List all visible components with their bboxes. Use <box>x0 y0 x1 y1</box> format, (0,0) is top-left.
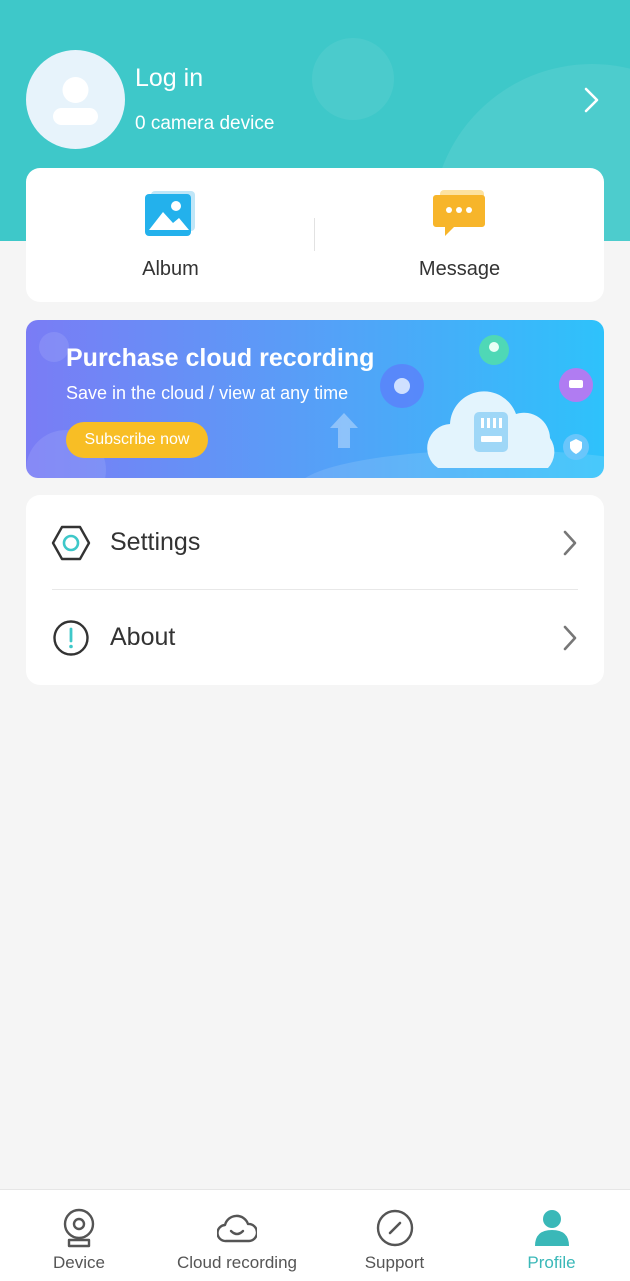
settings-row[interactable]: Settings <box>26 495 604 590</box>
settings-label: Settings <box>110 528 201 556</box>
message-label: Message <box>418 258 501 280</box>
header-decoration <box>312 38 394 120</box>
album-button[interactable]: Album <box>26 168 315 302</box>
about-row[interactable]: About <box>26 590 604 685</box>
tab-support-label: Support <box>364 1253 425 1272</box>
chevron-right-icon[interactable] <box>578 84 606 116</box>
chevron-right-icon <box>563 530 577 556</box>
album-icon <box>144 191 195 236</box>
compass-icon <box>376 1209 413 1247</box>
tab-profile-label: Profile <box>527 1253 576 1272</box>
banner-title: Purchase cloud recording <box>66 344 375 372</box>
login-title[interactable]: Log in <box>135 64 203 93</box>
album-label: Album <box>142 258 199 280</box>
avatar[interactable] <box>26 50 125 149</box>
cloud-icon <box>217 1214 257 1243</box>
tab-cloud-recording[interactable]: Cloud recording <box>158 1190 316 1281</box>
quick-actions-card: Album Message <box>26 168 604 302</box>
camera-icon <box>63 1208 95 1248</box>
subscribe-button[interactable]: Subscribe now <box>66 422 208 458</box>
tab-device-label: Device <box>53 1253 105 1272</box>
user-placeholder-icon <box>53 77 98 125</box>
tab-device[interactable]: Device <box>0 1190 158 1281</box>
about-label: About <box>110 623 176 651</box>
person-icon <box>534 1210 569 1246</box>
tab-cloud-recording-label: Cloud recording <box>176 1253 297 1272</box>
message-icon <box>432 190 485 236</box>
tab-profile[interactable]: Profile <box>473 1190 630 1281</box>
banner-subtitle: Save in the cloud / view at any time <box>66 383 349 403</box>
tab-support[interactable]: Support <box>316 1190 473 1281</box>
camera-count: 0 camera device <box>135 113 275 134</box>
menu-card: Settings About <box>26 495 604 685</box>
bottom-tab-bar: Device Cloud recording Support Profile <box>0 1189 630 1281</box>
message-button[interactable]: Message <box>315 168 604 302</box>
settings-icon <box>51 525 91 561</box>
chevron-right-icon <box>563 625 577 651</box>
cloud-recording-banner[interactable]: Purchase cloud recording Save in the clo… <box>26 320 604 478</box>
info-icon <box>53 620 89 656</box>
